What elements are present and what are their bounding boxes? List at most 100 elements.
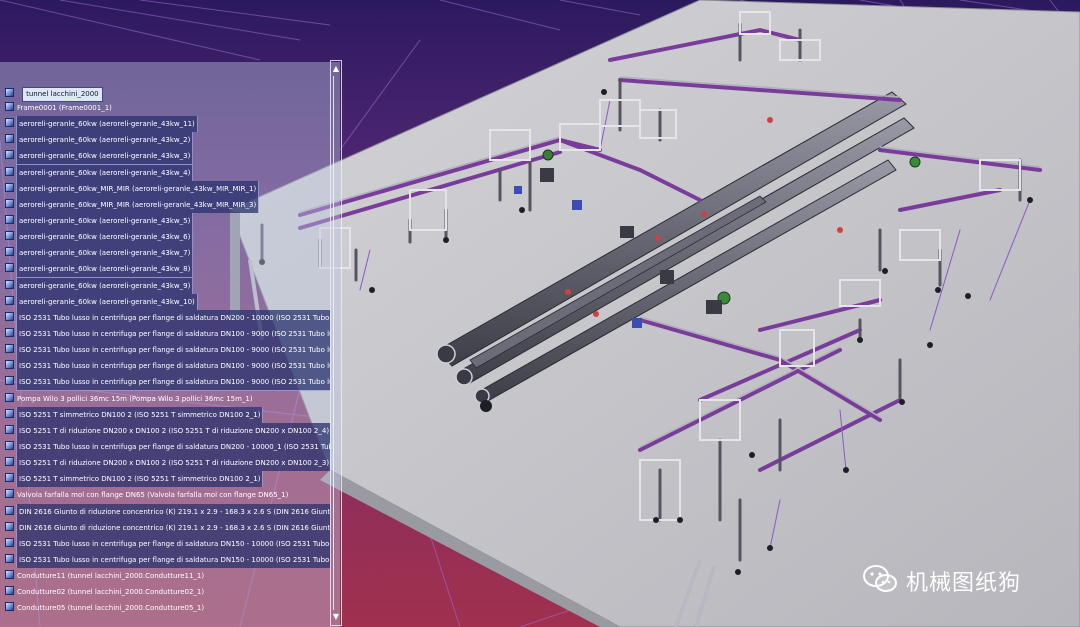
part-icon (5, 457, 14, 467)
tree-node[interactable]: Condutture05 (tunnel lacchini_2000.Condu… (2, 600, 330, 616)
part-icon (5, 360, 14, 370)
tree-node[interactable]: Valvola farfalla mol con flange DN65 (Va… (2, 487, 330, 503)
tree-node-label: aeroreli-geranle_60kw (aeroreli-geranle_… (16, 116, 198, 133)
tree-node[interactable]: aeroreli-geranle_60kw (aeroreli-geranle_… (2, 116, 330, 133)
tree-node-label: Condutture02 (tunnel lacchini_2000.Condu… (17, 588, 205, 597)
tree-node[interactable]: Condutture11 (tunnel lacchini_2000.Condu… (2, 568, 330, 584)
tree-node-label: ISO 2531 Tubo lusso in centrifuga per fl… (16, 374, 330, 391)
part-icon (5, 424, 14, 434)
part-icon (5, 440, 14, 450)
tree-node-label: aeroreli-geranle_60kw (aeroreli-geranle_… (15, 229, 194, 246)
part-icon (5, 166, 14, 176)
part-icon (5, 118, 14, 128)
tree-node[interactable]: ISO 5251 T simmetrico DN100 2 (ISO 5251 … (2, 406, 330, 423)
tree-node-label: aeroreli-geranle_60kw (aeroreli-geranle_… (16, 293, 198, 310)
scroll-down-icon[interactable]: ▼ (330, 611, 342, 623)
tree-node-label: DIN 2616 Giunto di riduzione concentrico… (15, 519, 330, 536)
tree-node[interactable]: ISO 2531 Tubo lusso in centrifuga per fl… (2, 342, 330, 359)
tree-node[interactable]: ISO 2531 Tubo lusso in centrifuga per fl… (2, 358, 330, 375)
tree-node-label: ISO 2531 Tubo lusso in centrifuga per fl… (16, 358, 330, 375)
tree-node[interactable]: aeroreli-geranle_60kw_MIR_MIR (aeroreli-… (2, 180, 330, 197)
part-icon (5, 198, 14, 208)
tree-node[interactable]: aeroreli-geranle_60kw (aeroreli-geranle_… (2, 132, 330, 149)
tree-node[interactable]: aeroreli-geranle_60kw (aeroreli-geranle_… (2, 164, 330, 181)
tree-node[interactable]: ISO 2531 Tubo lusso in centrifuga per fl… (2, 325, 330, 343)
part-icon (5, 279, 14, 289)
tree-node-label: ISO 2531 Tubo lusso in centrifuga per fl… (15, 551, 330, 569)
part-icon (5, 102, 14, 111)
part-icon (5, 570, 14, 580)
tree-node-label: aeroreli-geranle_60kw (aeroreli-geranle_… (15, 212, 194, 230)
tree-node-label: ISO 2531 Tubo lusso in centrifuga per fl… (15, 309, 330, 326)
tree-node-label: ISO 5251 T simmetrico DN100 2 (ISO 5251 … (15, 471, 264, 488)
part-icon (5, 521, 14, 531)
tree-node[interactable]: ISO 2531 Tubo lusso in centrifuga per fl… (2, 551, 330, 569)
tree-node[interactable]: ISO 2531 Tubo lusso in centrifuga per fl… (2, 374, 330, 391)
tree-node[interactable]: ISO 5251 T simmetrico DN100 2 (ISO 5251 … (2, 471, 330, 488)
tree-node-label: ISO 5251 T simmetrico DN100 2 (ISO 5251 … (15, 406, 264, 423)
tree-node-label: aeroreli-geranle_60kw (aeroreli-geranle_… (15, 132, 194, 149)
tree-node[interactable]: ISO 5251 T di riduzione DN200 x DN100 2 … (2, 455, 330, 472)
tree-node[interactable]: Condutture02 (tunnel lacchini_2000.Condu… (2, 584, 330, 600)
part-icon (5, 150, 14, 160)
part-icon (5, 392, 14, 402)
part-icon (5, 602, 14, 612)
part-icon (5, 231, 14, 241)
tree-node[interactable]: aeroreli-geranle_60kw_MIR_MIR (aeroreli-… (2, 196, 330, 213)
tree-node[interactable]: aeroreli-geranle_60kw (aeroreli-geranle_… (2, 212, 330, 230)
tree-node-label: Pompa Wilo 3 pollici 36mc 15m (Pompa Wil… (17, 394, 253, 403)
tree-node-label: ISO 5251 T di riduzione DN200 x DN100 2 … (15, 422, 330, 439)
scroll-up-icon[interactable]: ▲ (330, 63, 342, 75)
watermark-text: 机械图纸狗 (906, 571, 1022, 596)
tree-root-node[interactable]: tunnel lacchini_2000 (2, 84, 103, 102)
tree-node[interactable]: Pompa Wilo 3 pollici 36mc 15m (Pompa Wil… (2, 391, 330, 407)
tree-node[interactable]: Frame0001 (Frame0001_1) (2, 100, 330, 116)
tree-node[interactable]: DIN 2616 Giunto di riduzione concentrico… (2, 503, 330, 520)
part-icon (5, 489, 14, 499)
tree-node[interactable]: ISO 2531 Tubo lusso in centrifuga per fl… (2, 535, 330, 552)
tree-node[interactable]: ISO 5251 T di riduzione DN200 x DN100 2 … (2, 422, 330, 439)
part-icon (5, 134, 14, 144)
tree-list: Frame0001 (Frame0001_1) aeroreli-geranle_… (2, 100, 330, 617)
tree-node-label: ISO 2531 Tubo lusso in centrifuga per fl… (16, 342, 330, 359)
tree-node-label: Frame0001 (Frame0001_1) (17, 104, 112, 112)
tree-node-label: aeroreli-geranle_60kw (aeroreli-geranle_… (15, 245, 194, 262)
part-icon (5, 553, 14, 563)
part-icon (5, 327, 14, 337)
part-icon (5, 344, 14, 354)
scrollbar-frame (330, 60, 342, 626)
part-icon (5, 263, 14, 273)
tree-node-label: Condutture05 (tunnel lacchini_2000.Condu… (17, 604, 205, 613)
part-icon (5, 505, 14, 515)
tree-node-label: ISO 2531 Tubo lusso in centrifuga per fl… (15, 535, 330, 552)
tree-node-label: aeroreli-geranle_60kw (aeroreli-geranle_… (15, 277, 194, 294)
tree-node-label: DIN 2616 Giunto di riduzione concentrico… (15, 503, 330, 520)
tree-node[interactable]: aeroreli-geranle_60kw (aeroreli-geranle_… (2, 148, 330, 165)
tree-node[interactable]: aeroreli-geranle_60kw (aeroreli-geranle_… (2, 293, 330, 310)
tree-node[interactable]: DIN 2616 Giunto di riduzione concentrico… (2, 519, 330, 536)
part-icon (5, 182, 14, 192)
tree-node-label: aeroreli-geranle_60kw_MIR_MIR (aeroreli-… (15, 180, 260, 197)
part-icon (5, 214, 14, 224)
tree-node[interactable]: ISO 2531 Tubo lusso in centrifuga per fl… (2, 309, 330, 326)
wechat-icon (863, 565, 897, 592)
part-icon (5, 311, 14, 321)
tree-node[interactable]: ISO 2531 Tubo lusso in centrifuga per fl… (2, 438, 330, 456)
watermark: 机械图纸狗 (862, 562, 1072, 596)
part-icon (5, 537, 14, 547)
tree-node-label: ISO 2531 Tubo lusso in centrifuga per fl… (15, 438, 330, 456)
product-icon (5, 88, 14, 97)
tree-scrollbar[interactable]: ▲ ▼ (324, 60, 342, 626)
part-icon (5, 473, 14, 483)
part-icon (5, 295, 14, 305)
tree-node[interactable]: aeroreli-geranle_60kw (aeroreli-geranle_… (2, 261, 330, 278)
tree-node-label: aeroreli-geranle_60kw (aeroreli-geranle_… (15, 148, 194, 165)
tree-node[interactable]: aeroreli-geranle_60kw (aeroreli-geranle_… (2, 245, 330, 262)
tree-node-label: aeroreli-geranle_60kw_MIR_MIR (aeroreli-… (15, 196, 260, 213)
part-icon (5, 247, 14, 257)
tree-node[interactable]: aeroreli-geranle_60kw (aeroreli-geranle_… (2, 229, 330, 246)
scrollbar-track[interactable] (333, 76, 334, 610)
tree-node-label: ISO 2531 Tubo lusso in centrifuga per fl… (16, 325, 330, 343)
tree-node-label: Valvola farfalla mol con flange DN65 (Va… (17, 491, 289, 500)
tree-node[interactable]: aeroreli-geranle_60kw (aeroreli-geranle_… (2, 277, 330, 294)
